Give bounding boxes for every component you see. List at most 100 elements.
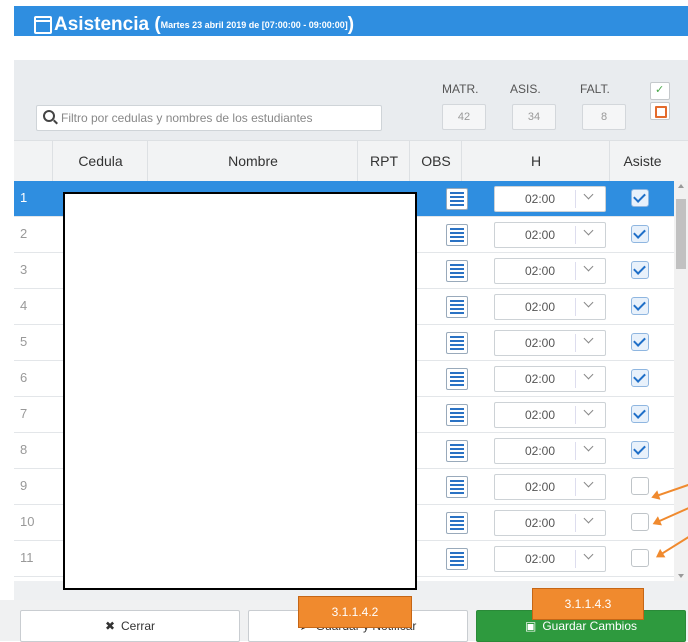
- chevron-down-icon: [583, 225, 594, 236]
- hours-value: 02:00: [525, 516, 556, 530]
- hours-value: 02:00: [525, 372, 556, 386]
- stat-label-falt: FALT.: [580, 82, 610, 96]
- notes-icon[interactable]: [446, 440, 468, 462]
- select-divider: [575, 514, 576, 532]
- attendance-checkbox[interactable]: [631, 297, 649, 315]
- select-divider: [575, 226, 576, 244]
- hours-value: 02:00: [525, 336, 556, 350]
- row-number: 10: [20, 514, 35, 529]
- attendance-checkbox[interactable]: [631, 441, 649, 459]
- hours-value: 02:00: [525, 228, 556, 242]
- row-number: 8: [20, 442, 28, 457]
- table-scrollbar[interactable]: [674, 181, 688, 581]
- hours-select[interactable]: 02:00: [494, 438, 606, 464]
- title-bar: Asistencia (Martes 23 abril 2019 de [07:…: [14, 6, 688, 36]
- hours-select[interactable]: 02:00: [494, 474, 606, 500]
- notes-icon[interactable]: [446, 512, 468, 534]
- row-number: 2: [20, 226, 28, 241]
- redaction-box: [63, 192, 417, 590]
- hours-value: 02:00: [525, 444, 556, 458]
- column-header-obs[interactable]: OBS: [409, 141, 462, 181]
- check-all-icon[interactable]: [650, 82, 670, 100]
- hours-select[interactable]: 02:00: [494, 186, 606, 212]
- stat-label-asis: ASIS.: [510, 82, 541, 96]
- scroll-down-icon[interactable]: [678, 574, 684, 578]
- calendar-icon: [34, 16, 52, 34]
- attendance-checkbox[interactable]: [631, 225, 649, 243]
- select-divider: [575, 406, 576, 424]
- column-header-rpt[interactable]: RPT: [357, 141, 410, 181]
- filter-area: Filtro por cedulas y nombres de los estu…: [14, 60, 688, 140]
- column-header-cedula[interactable]: Cedula: [52, 141, 148, 181]
- hours-select[interactable]: 02:00: [494, 258, 606, 284]
- hours-value: 02:00: [525, 300, 556, 314]
- hours-value: 02:00: [525, 264, 556, 278]
- notes-icon[interactable]: [446, 548, 468, 570]
- chevron-down-icon: [583, 333, 594, 344]
- close-icon: ✖: [104, 619, 116, 633]
- copy-icon[interactable]: [650, 102, 670, 120]
- stat-label-matr: MATR.: [442, 82, 479, 96]
- hours-select[interactable]: 02:00: [494, 222, 606, 248]
- select-divider: [575, 334, 576, 352]
- attendance-checkbox[interactable]: [631, 369, 649, 387]
- scroll-thumb[interactable]: [676, 199, 686, 269]
- chevron-down-icon: [583, 189, 594, 200]
- row-number: 11: [20, 550, 34, 565]
- column-header-asiste[interactable]: Asiste: [609, 141, 675, 181]
- attendance-checkbox[interactable]: [631, 477, 649, 495]
- hours-value: 02:00: [525, 552, 556, 566]
- select-divider: [575, 262, 576, 280]
- select-divider: [575, 442, 576, 460]
- row-number: 5: [20, 334, 28, 349]
- notes-icon[interactable]: [446, 224, 468, 246]
- search-input[interactable]: Filtro por cedulas y nombres de los estu…: [36, 105, 382, 131]
- hours-value: 02:00: [525, 192, 556, 206]
- hours-value: 02:00: [525, 480, 556, 494]
- attendance-checkbox[interactable]: [631, 549, 649, 567]
- hours-select[interactable]: 02:00: [494, 366, 606, 392]
- table-header: Cedula Nombre RPT OBS H Asiste: [14, 140, 688, 182]
- chevron-down-icon: [583, 477, 594, 488]
- dialog-subtitle: Martes 23 abril 2019 de [07:00:00 - 09:0…: [160, 19, 348, 30]
- notes-icon[interactable]: [446, 404, 468, 426]
- hours-select[interactable]: 02:00: [494, 546, 606, 572]
- chevron-down-icon: [583, 513, 594, 524]
- hours-select[interactable]: 02:00: [494, 330, 606, 356]
- stat-value-asis: 34: [512, 104, 556, 130]
- notes-icon[interactable]: [446, 368, 468, 390]
- attendance-checkbox[interactable]: [631, 333, 649, 351]
- chevron-down-icon: [583, 441, 594, 452]
- hours-select[interactable]: 02:00: [494, 402, 606, 428]
- scroll-up-icon[interactable]: [678, 184, 684, 188]
- chevron-down-icon: [583, 405, 594, 416]
- attendance-checkbox[interactable]: [631, 261, 649, 279]
- hours-value: 02:00: [525, 408, 556, 422]
- select-divider: [575, 550, 576, 568]
- close-button[interactable]: ✖ Cerrar: [20, 610, 240, 642]
- row-number: 9: [20, 478, 28, 493]
- notes-icon[interactable]: [446, 296, 468, 318]
- notes-icon[interactable]: [446, 260, 468, 282]
- hours-select[interactable]: 02:00: [494, 510, 606, 536]
- attendance-checkbox[interactable]: [631, 189, 649, 207]
- stat-value-falt: 8: [582, 104, 626, 130]
- notes-icon[interactable]: [446, 476, 468, 498]
- row-number: 6: [20, 370, 28, 385]
- hours-select[interactable]: 02:00: [494, 294, 606, 320]
- select-divider: [575, 298, 576, 316]
- row-number: 1: [20, 190, 28, 205]
- dialog-title: Asistencia (Martes 23 abril 2019 de [07:…: [54, 14, 355, 35]
- chevron-down-icon: [583, 297, 594, 308]
- column-header-nombre[interactable]: Nombre: [147, 141, 358, 181]
- stat-value-matr: 42: [442, 104, 486, 130]
- chevron-down-icon: [583, 549, 594, 560]
- notes-icon[interactable]: [446, 332, 468, 354]
- column-header-h[interactable]: H: [461, 141, 610, 181]
- select-divider: [575, 190, 576, 208]
- notes-icon[interactable]: [446, 188, 468, 210]
- attendance-checkbox[interactable]: [631, 513, 649, 531]
- attendance-checkbox[interactable]: [631, 405, 649, 423]
- search-placeholder: Filtro por cedulas y nombres de los estu…: [61, 111, 313, 125]
- row-number: 4: [20, 298, 28, 313]
